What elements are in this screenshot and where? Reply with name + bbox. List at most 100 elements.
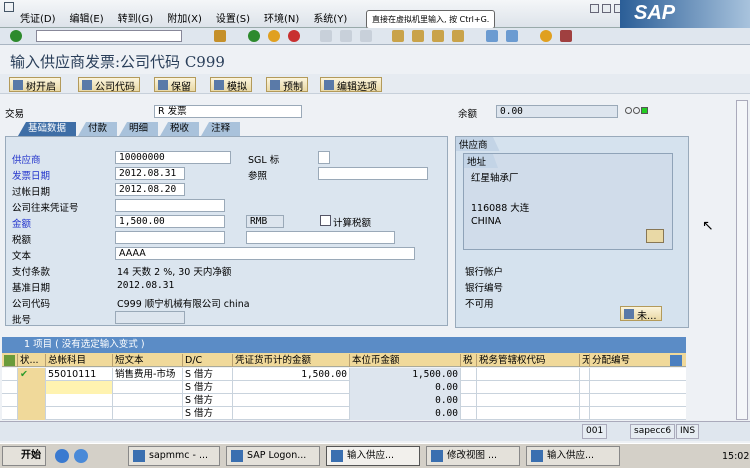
cell-dc[interactable]: S 借方 <box>182 381 232 394</box>
text-field[interactable]: AAAA <box>115 247 415 260</box>
amount-field[interactable]: 1,500.00 <box>115 215 225 228</box>
cell[interactable] <box>589 407 667 420</box>
col-jurisdiction[interactable]: 税务管辖权代码 <box>476 354 579 367</box>
find-icon[interactable] <box>340 30 352 42</box>
cell-doc_amt[interactable] <box>232 407 349 420</box>
sgl-field[interactable] <box>318 151 330 164</box>
cell-doc_amt[interactable] <box>232 381 349 394</box>
cross-company-field[interactable] <box>115 199 225 212</box>
simulate-button[interactable]: 模拟 <box>210 77 252 93</box>
cell-dc[interactable]: S 借方 <box>182 407 232 420</box>
park-button[interactable]: 预制 <box>266 77 308 93</box>
menu-settings[interactable]: 设置(S) <box>216 10 250 25</box>
cell[interactable] <box>579 407 589 420</box>
tab-basic-data[interactable]: 基础数据 <box>18 122 77 136</box>
tax-code-select[interactable] <box>246 231 395 244</box>
quicklaunch-icon[interactable] <box>74 449 88 463</box>
enter-icon[interactable] <box>10 30 22 42</box>
transaction-select[interactable]: R 发票 <box>154 105 302 118</box>
tab-payment[interactable]: 付款 <box>78 122 118 136</box>
cell[interactable] <box>460 407 476 420</box>
col-short-text[interactable]: 短文本 <box>112 354 182 367</box>
cell-dc[interactable]: S 借方 <box>182 394 232 407</box>
cell-text[interactable]: 销售费用-市场 <box>112 368 182 381</box>
cell-dc[interactable]: S 借方 <box>182 368 232 381</box>
tab-notes[interactable]: 注释 <box>201 122 241 136</box>
task-sapmmc[interactable]: sapmmc - ... <box>128 446 220 466</box>
menu-extras[interactable]: 附加(X) <box>167 10 202 25</box>
tab-tax[interactable]: 税收 <box>160 122 200 136</box>
cell-gl[interactable]: 55010111 <box>45 368 112 381</box>
system-menu-icon[interactable] <box>4 2 14 12</box>
menu-system[interactable]: 系统(Y) <box>313 10 347 25</box>
shortcut-icon[interactable] <box>506 30 518 42</box>
table-settings-icon[interactable] <box>670 355 682 366</box>
tab-details[interactable]: 明细 <box>119 122 159 136</box>
calculate-tax-checkbox[interactable] <box>320 215 331 226</box>
menu-environment[interactable]: 环境(N) <box>264 10 299 25</box>
start-button[interactable]: 开始 <box>2 446 46 466</box>
cell[interactable] <box>589 368 667 381</box>
cell[interactable] <box>476 381 579 394</box>
col-no[interactable]: 无 <box>579 354 589 367</box>
cell-gl[interactable] <box>45 381 112 394</box>
hold-button[interactable]: 保留 <box>154 77 196 93</box>
task-change-view[interactable]: 修改视图 ... <box>426 446 520 466</box>
cancel-icon[interactable] <box>288 30 300 42</box>
invoice-date-field[interactable]: 2012.08.31 <box>115 167 185 180</box>
command-field[interactable] <box>36 30 182 42</box>
print-icon[interactable] <box>320 30 332 42</box>
task-sap-logon[interactable]: SAP Logon... <box>226 446 320 466</box>
col-doc-amount[interactable]: 凭证货币计的金额 <box>232 354 349 367</box>
last-page-icon[interactable] <box>452 30 464 42</box>
cell[interactable] <box>589 394 667 407</box>
menu-goto[interactable]: 转到(G) <box>118 10 154 25</box>
cell-text[interactable] <box>112 381 182 394</box>
cell[interactable] <box>460 368 476 381</box>
cell[interactable] <box>476 394 579 407</box>
next-page-icon[interactable] <box>432 30 444 42</box>
col-local-amount[interactable]: 本位币金额 <box>349 354 460 367</box>
col-dc[interactable]: D/C <box>182 354 232 367</box>
open-items-button[interactable]: 未... <box>620 306 662 322</box>
tax-amount-field[interactable] <box>115 231 225 244</box>
cell[interactable] <box>460 381 476 394</box>
cell-text[interactable] <box>112 407 182 420</box>
cell[interactable] <box>579 381 589 394</box>
cell-doc_amt[interactable] <box>232 394 349 407</box>
vertical-scrollbar[interactable] <box>736 100 748 420</box>
col-tax[interactable]: 税 <box>460 354 476 367</box>
task-vendor-invoice-1[interactable]: 输入供应... <box>326 446 420 466</box>
cell-gl[interactable] <box>45 394 112 407</box>
back-icon[interactable] <box>248 30 260 42</box>
maximize-icon[interactable] <box>602 4 611 13</box>
tree-on-button[interactable]: 树开启 <box>9 77 61 93</box>
col-gl-account[interactable]: 总帐科目 <box>45 354 112 367</box>
editing-options-button[interactable]: 编辑选项 <box>320 77 382 93</box>
ie-icon[interactable] <box>55 449 69 463</box>
task-vendor-invoice-2[interactable]: 输入供应... <box>526 446 620 466</box>
col-assignment[interactable]: 分配编号 <box>589 354 667 367</box>
reference-field[interactable] <box>318 167 428 180</box>
menu-edit[interactable]: 编辑(E) <box>70 10 104 25</box>
previous-page-icon[interactable] <box>412 30 424 42</box>
exit-icon[interactable] <box>268 30 280 42</box>
cell-gl[interactable] <box>45 407 112 420</box>
find-next-icon[interactable] <box>360 30 372 42</box>
cell[interactable] <box>579 394 589 407</box>
cell[interactable] <box>589 381 667 394</box>
minimize-icon[interactable] <box>590 4 599 13</box>
save-icon[interactable] <box>214 30 226 42</box>
cell-text[interactable] <box>112 394 182 407</box>
new-session-icon[interactable] <box>486 30 498 42</box>
first-page-icon[interactable] <box>392 30 404 42</box>
cell[interactable] <box>460 394 476 407</box>
cell[interactable] <box>579 368 589 381</box>
col-status[interactable]: 状... <box>17 354 45 367</box>
company-code-button[interactable]: 公司代码 <box>78 77 140 93</box>
select-all-icon[interactable] <box>4 355 15 366</box>
cell-doc_amt[interactable]: 1,500.00 <box>232 368 349 381</box>
help-icon[interactable] <box>540 30 552 42</box>
posting-date-field[interactable]: 2012.08.20 <box>115 183 185 196</box>
menu-document[interactable]: 凭证(D) <box>20 10 56 25</box>
